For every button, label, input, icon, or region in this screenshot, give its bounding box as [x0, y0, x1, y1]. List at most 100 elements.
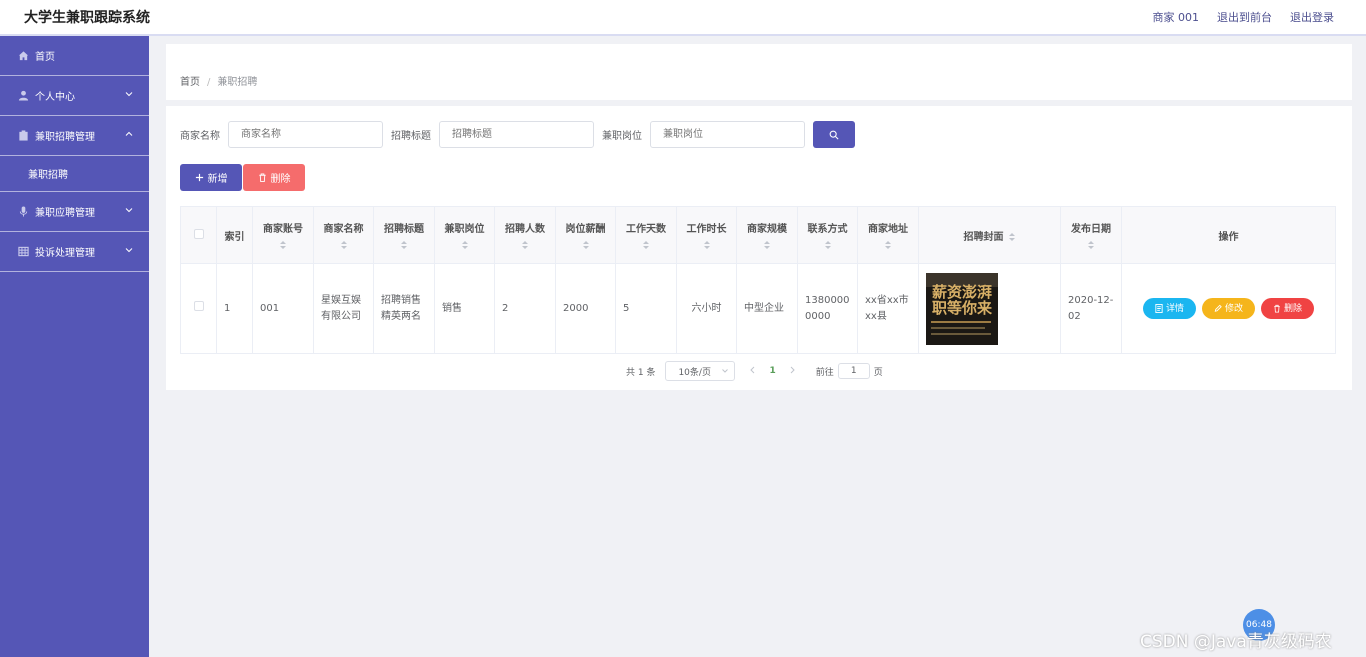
sort-icon[interactable] — [884, 240, 892, 250]
next-page-button[interactable] — [788, 366, 796, 377]
header-title[interactable]: 招聘标题 — [373, 206, 435, 264]
edit-button-label: 修改 — [1224, 303, 1243, 314]
recruit-table: 索引 商家账号 商家名称 招聘标题 兼职岗位 招聘人数 岗位薪酬 工作天数 工作… — [180, 206, 1336, 354]
row-actions: 详情 修改 删除 — [1129, 298, 1328, 319]
detail-button[interactable]: 详情 — [1142, 298, 1196, 319]
clipboard-icon — [17, 130, 29, 142]
sort-icon[interactable] — [763, 240, 771, 250]
sort-icon[interactable] — [400, 240, 408, 250]
pagination-total: 共 1 条 — [626, 367, 656, 378]
page-number[interactable]: 1 — [769, 366, 775, 376]
sort-icon[interactable] — [1087, 240, 1095, 250]
header-address[interactable]: 商家地址 — [857, 206, 919, 264]
header-count[interactable]: 招聘人数 — [494, 206, 556, 264]
header-date[interactable]: 发布日期 — [1060, 206, 1122, 264]
cell-index: 1 — [216, 263, 253, 354]
front-link[interactable]: 退出到前台 — [1217, 9, 1272, 25]
header-label: 商家规模 — [747, 224, 787, 235]
edit-button[interactable]: 修改 — [1201, 298, 1255, 319]
merchant-name-label: 商家名称 — [180, 131, 220, 142]
sidebar-item-label: 首页 — [35, 52, 55, 63]
header-phone[interactable]: 联系方式 — [797, 206, 858, 264]
batch-delete-button[interactable]: 删除 — [243, 164, 305, 191]
select-all-checkbox-cell[interactable] — [180, 206, 217, 264]
add-button[interactable]: 新增 — [180, 164, 242, 191]
cell-date: 2020-12-02 — [1060, 263, 1122, 354]
sidebar-item-recruit-management[interactable]: 兼职招聘管理 — [0, 116, 149, 156]
table-row: 1 001 星娱互娱有限公司 招聘销售精英两名 销售 2 2000 5 六小时 … — [180, 263, 1336, 354]
breadcrumb-separator: / — [207, 77, 211, 88]
cell-salary: 2000 — [555, 263, 616, 354]
header-hours[interactable]: 工作时长 — [676, 206, 737, 264]
sort-icon[interactable] — [642, 240, 650, 250]
header-scale[interactable]: 商家规模 — [736, 206, 798, 264]
table-header-row: 索引 商家账号 商家名称 招聘标题 兼职岗位 招聘人数 岗位薪酬 工作天数 工作… — [180, 206, 1336, 264]
sidebar-item-label: 兼职应聘管理 — [35, 208, 95, 219]
chevron-down-icon — [125, 92, 133, 97]
cell-position: 销售 — [434, 263, 495, 354]
row-checkbox[interactable] — [193, 300, 204, 311]
position-input[interactable] — [650, 121, 805, 148]
header-position[interactable]: 兼职岗位 — [434, 206, 495, 264]
merchant-name-input[interactable] — [228, 121, 383, 148]
app-title: 大学生兼职跟踪系统 — [24, 10, 150, 26]
search-button[interactable] — [813, 121, 855, 148]
goto-label: 前往 — [815, 367, 834, 378]
sidebar-subitem-recruit[interactable]: 兼职招聘 — [0, 156, 149, 192]
cover-line — [931, 320, 991, 323]
cell-account: 001 — [252, 263, 314, 354]
sidebar-item-home[interactable]: 首页 — [0, 36, 149, 76]
row-checkbox-cell[interactable] — [180, 263, 217, 354]
header-index: 索引 — [216, 206, 253, 264]
breadcrumb: 首页 / 兼职招聘 — [180, 73, 257, 88]
sidebar-item-label: 投诉处理管理 — [35, 248, 95, 259]
sort-icon[interactable] — [279, 240, 287, 250]
cell-scale: 中型企业 — [736, 263, 798, 354]
detail-button-label: 详情 — [1165, 303, 1184, 314]
sidebar-item-complaint-management[interactable]: 投诉处理管理 — [0, 232, 149, 272]
page-size-value: 10条/页 — [678, 367, 711, 378]
delete-button[interactable]: 删除 — [1261, 298, 1315, 319]
top-bar: 大学生兼职跟踪系统 商家 001 退出到前台 退出登录 — [0, 0, 1366, 36]
sort-icon[interactable] — [1008, 232, 1016, 242]
sort-icon[interactable] — [521, 240, 529, 250]
header-account[interactable]: 商家账号 — [252, 206, 314, 264]
header-label: 兼职岗位 — [444, 224, 485, 235]
sort-icon[interactable] — [703, 240, 711, 250]
document-icon — [1155, 304, 1163, 313]
trash-icon — [1274, 304, 1280, 313]
chevron-right-icon — [790, 366, 795, 373]
cover-text: 薪资澎湃 职等你来 — [932, 282, 993, 317]
header-label: 岗位薪酬 — [565, 224, 606, 235]
header-salary[interactable]: 岗位薪酬 — [555, 206, 616, 264]
header-days[interactable]: 工作天数 — [615, 206, 677, 264]
header-operations: 操作 — [1121, 206, 1336, 264]
goto-page-input[interactable]: 1 — [837, 363, 870, 379]
header-label: 工作天数 — [626, 224, 666, 235]
sort-icon[interactable] — [582, 240, 590, 250]
breadcrumb-current: 兼职招聘 — [217, 77, 258, 88]
current-user: 商家 001 — [1152, 11, 1200, 24]
cell-cover: 薪资澎湃 职等你来 — [918, 263, 1061, 354]
select-all-checkbox[interactable] — [193, 228, 204, 239]
chevron-up-icon — [125, 131, 133, 136]
sort-icon[interactable] — [340, 240, 348, 250]
page-size-select[interactable]: 10条/页 — [665, 361, 736, 381]
chevron-down-icon — [722, 369, 729, 373]
breadcrumb-home[interactable]: 首页 — [180, 77, 200, 88]
sidebar-subitem-label: 兼职招聘 — [28, 170, 68, 181]
header-label: 发布日期 — [1071, 224, 1111, 235]
sort-icon[interactable] — [461, 240, 469, 250]
header-cover[interactable]: 招聘封面 — [918, 206, 1061, 264]
recruit-title-input[interactable] — [439, 121, 594, 148]
sidebar-item-label: 个人中心 — [35, 92, 75, 103]
prev-page-button[interactable] — [749, 366, 757, 377]
edit-icon — [1214, 304, 1222, 312]
recruit-cover-image[interactable]: 薪资澎湃 职等你来 — [926, 272, 998, 345]
header-merchant[interactable]: 商家名称 — [313, 206, 374, 264]
sidebar-item-application-management[interactable]: 兼职应聘管理 — [0, 192, 149, 232]
sort-icon[interactable] — [824, 240, 832, 250]
sidebar-item-profile[interactable]: 个人中心 — [0, 76, 149, 116]
logout-link[interactable]: 退出登录 — [1290, 9, 1334, 25]
header-label: 工作时长 — [686, 224, 727, 235]
